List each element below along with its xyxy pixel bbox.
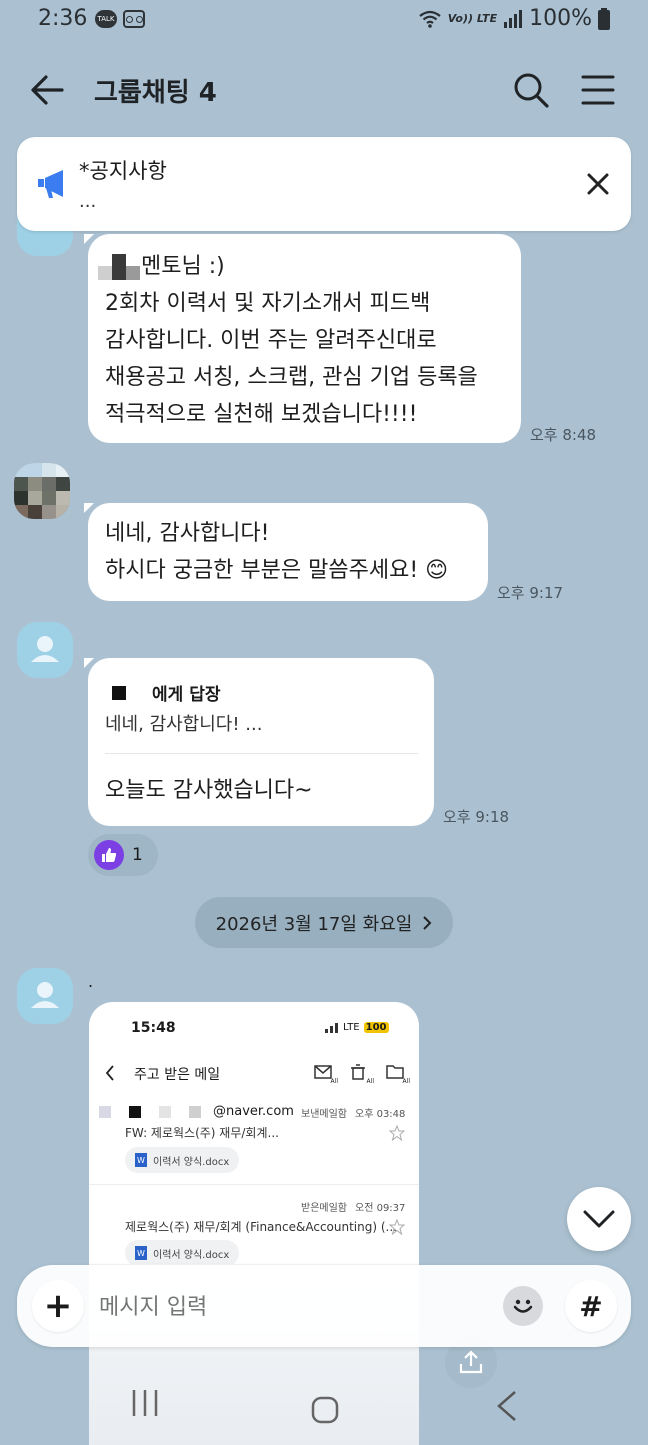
folder-move-icon: All	[386, 1064, 410, 1085]
trash-icon: All	[350, 1064, 374, 1085]
chevron-down-icon	[583, 1210, 615, 1228]
reaction-count: 1	[132, 845, 143, 865]
voicemail-icon	[123, 10, 145, 28]
attachment-chip[interactable]: W 이력서 양식.docx	[125, 1240, 240, 1266]
menu-button[interactable]	[580, 72, 616, 108]
image-message[interactable]: 15:48 LTE 100 주고 받은 메일 All All All @nave…	[89, 1002, 419, 1445]
smile-emoji-icon: 😊	[425, 558, 449, 583]
message-time: 오후 9:17	[497, 584, 564, 602]
avatar[interactable]	[17, 968, 73, 1024]
chevron-right-icon	[423, 915, 432, 930]
share-icon	[459, 1350, 483, 1374]
mail-folder: 보낸메일함	[301, 1109, 347, 1120]
default-person-icon	[31, 982, 59, 1008]
message-time: 오후 8:48	[530, 426, 597, 444]
message-input[interactable]	[97, 1285, 491, 1329]
shot-title: 주고 받은 메일	[134, 1067, 221, 1083]
recent-apps-icon	[131, 1388, 159, 1422]
add-attachment-button[interactable]: +	[32, 1280, 84, 1332]
close-icon	[587, 173, 609, 195]
arrow-left-icon	[31, 75, 64, 105]
notice-preview: ...	[79, 191, 97, 212]
status-time: 2:36	[38, 6, 88, 31]
hashtag-search-button[interactable]: #	[565, 1280, 617, 1332]
shot-toolbar: All All All	[314, 1064, 410, 1085]
message-time: 오후 9:18	[443, 808, 510, 826]
reply-to-label: 에게 답장	[152, 685, 221, 705]
star-icon[interactable]	[389, 1125, 405, 1141]
shot-status: LTE 100	[325, 1022, 389, 1033]
network-label: Vo)) LTE	[447, 12, 498, 25]
home-icon	[311, 1396, 339, 1428]
search-button[interactable]	[511, 70, 551, 110]
word-doc-icon: W	[135, 1246, 147, 1260]
message-composer: + #	[17, 1265, 631, 1347]
emoticon-icon	[513, 1299, 533, 1313]
mail-time: 오후 03:48	[355, 1109, 406, 1120]
redacted-sender-blur	[99, 1106, 201, 1118]
emoticon-button[interactable]	[503, 1286, 543, 1326]
reaction-chip[interactable]: 1	[88, 834, 158, 876]
message-bubble[interactable]: 멘토님 :) 2회차 이력서 및 자기소개서 피드백 감사합니다. 이번 주는 …	[88, 234, 521, 443]
signal-icon	[504, 9, 523, 28]
mail-subject: 제로웍스(주) 재무/회계 (Finance&Accounting) (...	[125, 1220, 397, 1234]
reply-divider	[105, 753, 418, 754]
signal-icon	[325, 1022, 338, 1033]
default-person-icon	[31, 636, 59, 662]
nav-back-button[interactable]	[495, 1390, 519, 1426]
plus-icon: +	[43, 1286, 73, 1326]
date-text: 2026년 3월 17일 화요일	[215, 913, 413, 935]
avatar[interactable]	[14, 463, 70, 519]
hamburger-menu-icon	[581, 75, 615, 105]
chat-title: 그룹채팅 4	[94, 78, 217, 108]
shot-time: 15:48	[131, 1020, 176, 1036]
message-bubble[interactable]: 네네, 감사합니다! 하시다 궁금한 부분은 말씀주세요! 😊	[88, 503, 488, 601]
reply-message-bubble[interactable]: 에게 답장 네네, 감사합니다! ... 오늘도 감사했습니다~	[88, 658, 434, 826]
notice-banner[interactable]: *공지사항 ...	[17, 137, 631, 231]
thumbs-up-icon	[94, 840, 124, 870]
mail-folder: 받은메일함	[301, 1203, 347, 1214]
attachment-chip[interactable]: W 이력서 양식.docx	[125, 1147, 240, 1173]
megaphone-icon	[38, 170, 63, 198]
hash-icon: #	[579, 1289, 603, 1323]
word-doc-icon: W	[135, 1153, 147, 1167]
status-notification-icons: TALK	[95, 10, 145, 28]
status-right: Vo)) LTE 100%	[418, 6, 610, 31]
search-icon	[514, 73, 549, 108]
chevron-left-icon	[497, 1391, 516, 1421]
notice-title: *공지사항	[79, 159, 167, 183]
battery-percent: 100%	[529, 6, 592, 31]
sender-name: .	[88, 972, 94, 991]
message-text: 멘토님 :) 2회차 이력서 및 자기소개서 피드백 감사합니다. 이번 주는 …	[105, 254, 478, 427]
message-text: 네네, 감사합니다! 하시다 궁금한 부분은 말씀주세요! 😊	[105, 521, 449, 583]
star-icon[interactable]	[389, 1219, 405, 1235]
message-text: 오늘도 감사했습니다~	[105, 778, 313, 803]
mail-divider	[89, 1184, 419, 1185]
mail-from: @naver.com	[213, 1104, 294, 1119]
notice-close-button[interactable]	[583, 169, 613, 199]
battery-icon	[598, 7, 610, 30]
redacted-name-blur	[112, 686, 126, 700]
back-button[interactable]	[28, 70, 68, 110]
mail-subject: FW: 제로웍스(주) 재무/회계...	[125, 1126, 279, 1140]
scroll-to-bottom-button[interactable]	[567, 1187, 631, 1251]
wifi-icon	[419, 10, 441, 28]
chevron-left-icon	[105, 1065, 114, 1081]
mail-time: 오전 09:37	[355, 1203, 406, 1214]
mail-icon: All	[314, 1064, 338, 1085]
reply-preview: 네네, 감사합니다! ...	[105, 714, 263, 735]
avatar[interactable]	[17, 622, 73, 678]
talk-notification-icon: TALK	[95, 10, 117, 28]
date-divider[interactable]: 2026년 3월 17일 화요일	[195, 897, 453, 948]
